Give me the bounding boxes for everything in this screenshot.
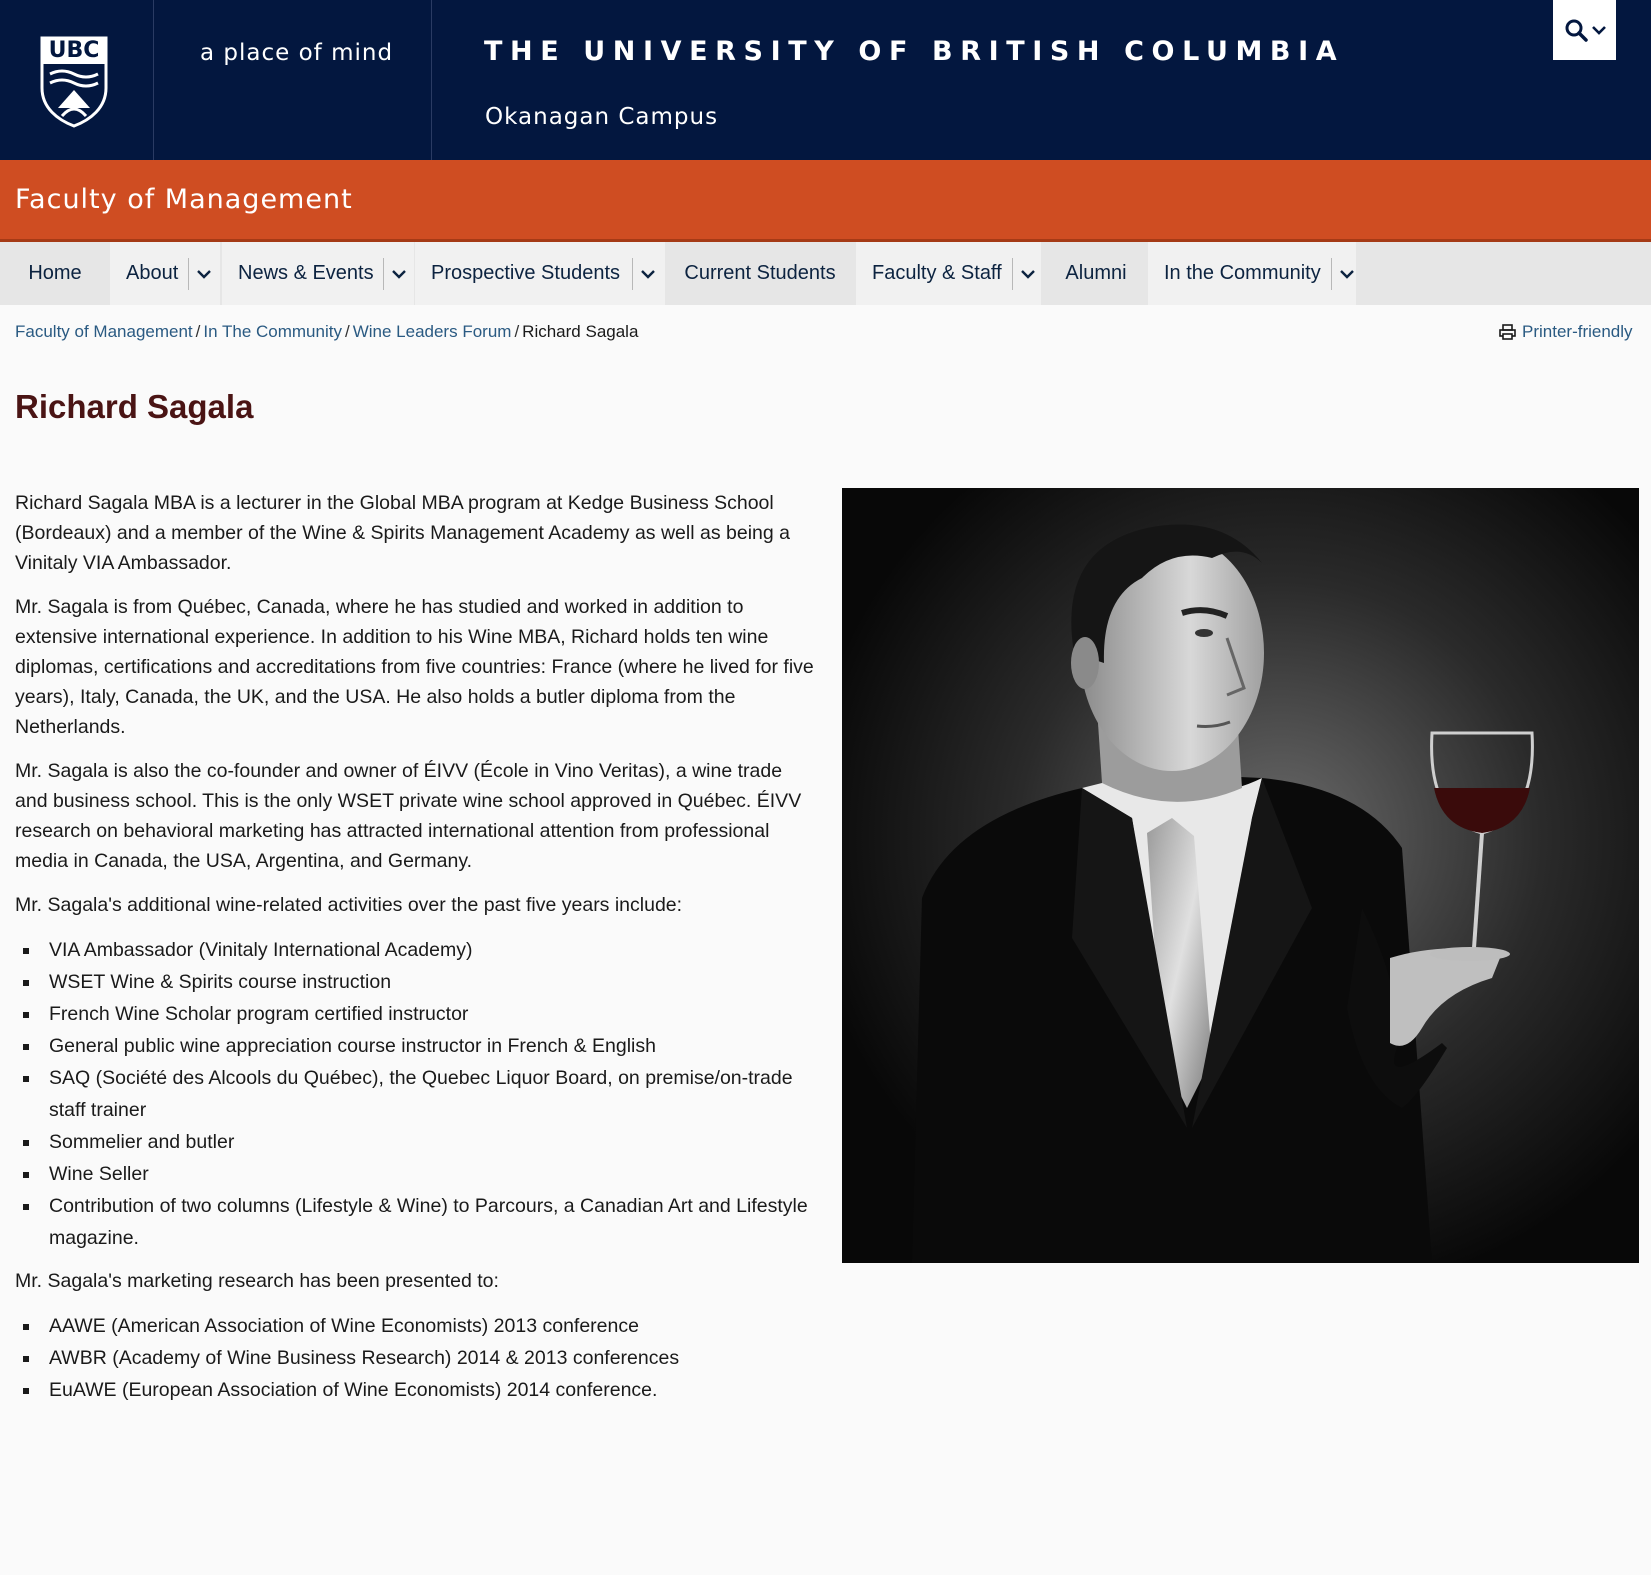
- portrait-illustration: [842, 488, 1639, 1263]
- tagline: a place of mind: [200, 40, 394, 66]
- faculty-bar: Faculty of Management: [0, 160, 1651, 242]
- breadcrumb-separator: /: [195, 322, 201, 341]
- research-list: AAWE (American Association of Wine Econo…: [15, 1310, 815, 1406]
- nav-about-label: About: [126, 262, 179, 284]
- chevron-down-icon: [640, 270, 655, 279]
- printer-friendly-label: Printer-friendly: [1522, 322, 1633, 341]
- ubc-logo-text: UBC: [48, 38, 100, 63]
- chevron-down-icon: [196, 270, 211, 279]
- breadcrumb: Faculty of Management / In The Community / W…: [15, 322, 638, 342]
- nav-prospective-students-label: Prospective Students: [431, 262, 620, 284]
- activities-list: VIA Ambassador (Vinitaly International A…: [15, 934, 815, 1254]
- chevron-down-icon: [1339, 270, 1354, 279]
- nav-faculty-staff-label: Faculty & Staff: [872, 262, 1002, 284]
- printer-friendly-link[interactable]: Printer-friendly: [1499, 322, 1633, 342]
- portrait-photo: [842, 488, 1639, 1263]
- main-content: Richard Sagala MBA is a lecturer in the …: [15, 488, 815, 1418]
- nav-about-toggle[interactable]: [188, 258, 218, 290]
- search-button[interactable]: [1553, 0, 1616, 60]
- nav-in-the-community[interactable]: In the Community: [1148, 242, 1356, 305]
- faculty-title[interactable]: Faculty of Management: [15, 184, 353, 215]
- breadcrumb-link-wine-leaders[interactable]: Wine Leaders Forum: [353, 322, 512, 341]
- research-intro: Mr. Sagala's marketing research has been…: [15, 1270, 499, 1292]
- nav-current-students[interactable]: Current Students: [665, 242, 855, 305]
- bio-paragraph: Mr. Sagala is also the co-founder and ow…: [15, 760, 802, 872]
- main-nav: Home About News & Events Prospective Stu…: [0, 242, 1651, 305]
- nav-news-events-label: News & Events: [238, 262, 374, 284]
- list-item: General public wine appreciation course …: [15, 1030, 815, 1062]
- ubc-logo-link[interactable]: UBC: [0, 0, 154, 160]
- bio-paragraph: Mr. Sagala's additional wine-related act…: [15, 894, 683, 916]
- chevron-down-icon: [1020, 270, 1035, 279]
- list-item: Wine Seller: [15, 1158, 815, 1190]
- breadcrumb-current: Richard Sagala: [522, 322, 639, 341]
- list-item: EuAWE (European Association of Wine Econ…: [15, 1374, 815, 1406]
- list-item: SAQ (Société des Alcools du Québec), the…: [15, 1062, 815, 1126]
- nav-in-the-community-toggle[interactable]: [1331, 258, 1361, 290]
- nav-current-students-label: Current Students: [684, 262, 836, 284]
- nav-alumni[interactable]: Alumni: [1044, 242, 1148, 305]
- breadcrumb-link-community[interactable]: In The Community: [203, 322, 342, 341]
- chevron-down-icon: [1591, 26, 1606, 35]
- page-title: Richard Sagala: [15, 388, 254, 425]
- list-item: Sommelier and butler: [15, 1126, 815, 1158]
- list-item: French Wine Scholar program certified in…: [15, 998, 815, 1030]
- breadcrumb-separator: /: [514, 322, 520, 341]
- nav-home[interactable]: Home: [0, 242, 110, 305]
- chevron-down-icon: [391, 270, 406, 279]
- nav-home-label: Home: [28, 262, 82, 284]
- nav-prospective-students[interactable]: Prospective Students: [415, 242, 665, 305]
- nav-faculty-staff-toggle[interactable]: [1012, 258, 1042, 290]
- list-item: AAWE (American Association of Wine Econo…: [15, 1310, 815, 1342]
- list-item: AWBR (Academy of Wine Business Research)…: [15, 1342, 815, 1374]
- breadcrumb-link-faculty[interactable]: Faculty of Management: [15, 322, 193, 341]
- list-item: WSET Wine & Spirits course instruction: [15, 966, 815, 998]
- search-icon: [1565, 19, 1588, 42]
- nav-alumni-label: Alumni: [1065, 262, 1127, 284]
- list-item: VIA Ambassador (Vinitaly International A…: [15, 934, 815, 966]
- campus-name[interactable]: Okanagan Campus: [485, 104, 718, 130]
- nav-news-events-toggle[interactable]: [383, 258, 413, 290]
- breadcrumb-separator: /: [344, 322, 350, 341]
- nav-in-the-community-label: In the Community: [1164, 262, 1321, 284]
- list-item: Contribution of two columns (Lifestyle &…: [15, 1190, 815, 1254]
- nav-prospective-students-toggle[interactable]: [632, 258, 662, 290]
- printer-icon: [1499, 324, 1516, 340]
- tagline-cell: a place of mind: [154, 0, 432, 160]
- site-header: UBC a place of mind THE UNIVERSITY OF BR…: [0, 0, 1651, 160]
- bio-paragraph: Richard Sagala MBA is a lecturer in the …: [15, 492, 790, 574]
- university-name[interactable]: THE UNIVERSITY OF BRITISH COLUMBIA: [484, 36, 1344, 67]
- bio-paragraph: Mr. Sagala is from Québec, Canada, where…: [15, 596, 814, 738]
